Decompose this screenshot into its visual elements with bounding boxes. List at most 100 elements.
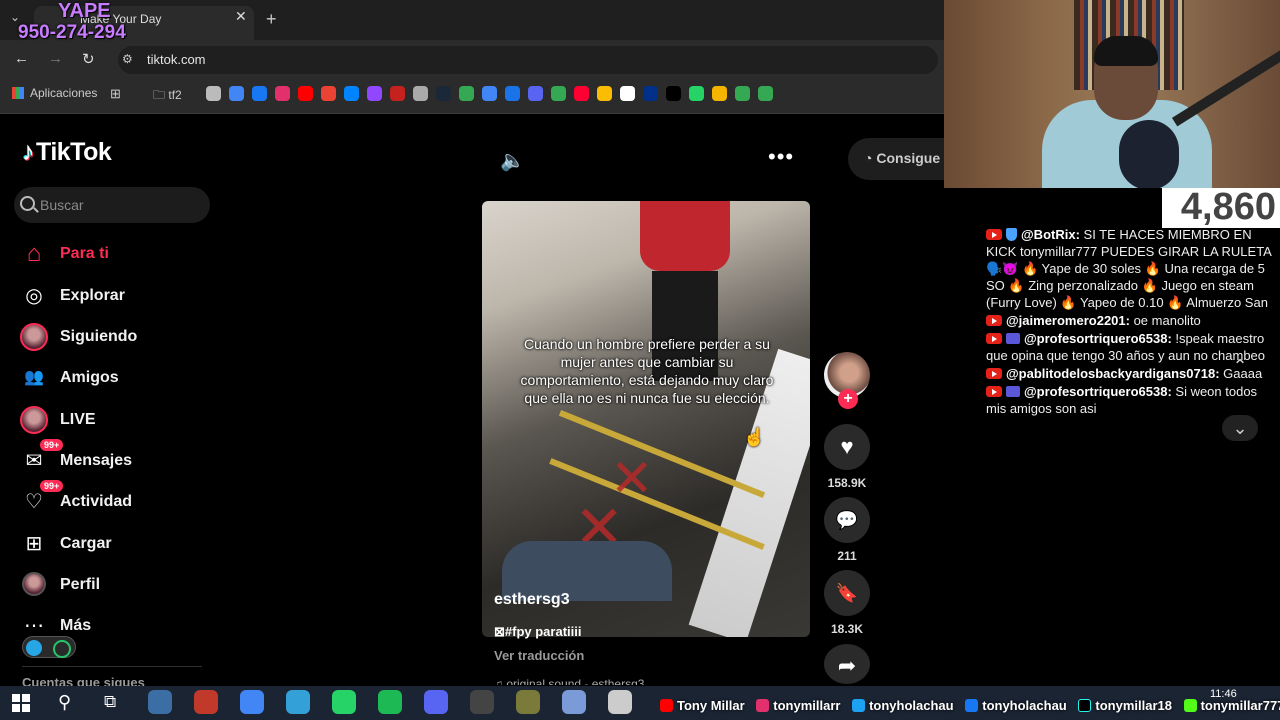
search-icon[interactable] (20, 196, 35, 211)
taskbar-app-icon[interactable] (562, 690, 586, 714)
bookmark-apps[interactable]: Aplicaciones (12, 86, 97, 100)
video-music[interactable]: ♫ original sound - esthersg3 (494, 677, 644, 685)
bookmark-favicon-icon[interactable] (390, 86, 405, 101)
previous-video-chevron-up-icon[interactable]: ⌃ (1222, 356, 1258, 382)
taskbar-search-icon[interactable]: ⚲ (58, 692, 71, 713)
nav-amigos[interactable]: 👥 Amigos (18, 360, 218, 396)
webcam-mic-arm (1171, 43, 1280, 127)
nav-mensajes[interactable]: ✉ 99+ Mensajes (18, 439, 218, 479)
nav-cargar[interactable]: ⊞ Cargar (18, 526, 218, 562)
bookmark-favicon-icon[interactable] (482, 86, 497, 101)
social-facebook: tonyholachau (965, 698, 1067, 713)
nav-live[interactable]: LIVE (18, 402, 218, 438)
extension-toggle[interactable] (22, 636, 76, 658)
tiktok-logo-text: TikTok (36, 138, 112, 166)
bookmark-favicon-icon[interactable] (206, 86, 221, 101)
new-tab-button[interactable]: + (266, 9, 277, 30)
bookmark-favicon-icon[interactable] (758, 86, 773, 101)
youtube-icon (660, 699, 673, 712)
taskbar-app-icon[interactable] (470, 690, 494, 714)
taskbar-app-icon[interactable] (286, 690, 310, 714)
social-youtube: Tony Millar (660, 698, 745, 713)
nav-label: Amigos (60, 369, 119, 386)
address-bar[interactable] (118, 46, 938, 74)
bookmark-favicon-icon[interactable] (643, 86, 658, 101)
forward-button[interactable]: → (48, 50, 63, 67)
taskbar-app-icon[interactable] (378, 690, 402, 714)
nav-label: Explorar (60, 287, 125, 304)
share-icon[interactable]: ➦ (824, 644, 870, 684)
bookmark-favicon-icon[interactable] (666, 86, 681, 101)
bookmark-favicon-icon[interactable] (735, 86, 750, 101)
nav-para-ti[interactable]: ⌂ Para ti (18, 236, 218, 272)
taskbar-app-icon[interactable] (424, 690, 448, 714)
bookmark-favicon-icon[interactable] (551, 86, 566, 101)
taskbar-app-icon[interactable] (240, 690, 264, 714)
reload-button[interactable]: ↻ (82, 50, 95, 68)
bookmark-icon[interactable]: 🔖 (824, 570, 870, 616)
nav-explorar[interactable]: ◎ Explorar (18, 278, 218, 314)
video-author[interactable]: esthersg3 (494, 591, 570, 609)
nav-perfil[interactable]: Perfil (18, 567, 218, 603)
bookmark-favicon-icon[interactable] (436, 86, 451, 101)
chat-message: @BotRix: SI TE HACES MIEMBRO EN KICK ton… (986, 226, 1276, 311)
yape-overlay: YAPE 950-274-294 (18, 0, 158, 44)
like-icon[interactable]: ♥ (824, 424, 870, 470)
windows-start-icon[interactable] (12, 694, 30, 712)
moderator-shield-icon (1006, 228, 1017, 241)
video-scene-person (640, 201, 730, 271)
speaker-icon[interactable]: 🔈 (500, 148, 525, 173)
bookmark-favicon-icon[interactable] (275, 86, 290, 101)
site-info-icon[interactable]: ⚙ (122, 52, 133, 66)
bookmark-favicon-icon[interactable] (367, 86, 382, 101)
bookmark-folder[interactable]: 🗀 tf2 (153, 86, 182, 107)
more-options-icon[interactable]: ••• (768, 144, 794, 170)
comment-icon[interactable]: 💬 (824, 497, 870, 543)
bookmark-favicon-icon[interactable] (344, 86, 359, 101)
url-text[interactable]: tiktok.com (147, 52, 206, 67)
taskbar-clock[interactable]: 11:46 (1210, 688, 1237, 700)
save-count: 18.3K (830, 622, 864, 636)
task-view-icon[interactable]: ⧉ (104, 692, 116, 712)
next-video-chevron-down-icon[interactable]: ⌄ (1222, 415, 1258, 441)
bookmark-favicon-icon[interactable] (505, 86, 520, 101)
bookmark-favicon-icon[interactable] (689, 86, 704, 101)
social-label: tonymillar777 (1200, 698, 1280, 713)
taskbar-app-icon[interactable] (608, 690, 632, 714)
grid-icon[interactable]: ⊞ (110, 86, 121, 102)
bookmark-favicon-icon[interactable] (712, 86, 727, 101)
bookmark-favicon-icon[interactable] (528, 86, 543, 101)
back-button[interactable]: ← (14, 50, 29, 67)
social-kick: tonymillar777 (1183, 698, 1280, 713)
taskbar-app-icon[interactable] (516, 690, 540, 714)
nav-label: Perfil (60, 576, 101, 593)
social-label: Tony Millar (677, 698, 745, 713)
follow-button[interactable]: + (838, 389, 858, 409)
search-input[interactable] (40, 195, 200, 215)
tiktok-logo[interactable]: ♪TikTok (22, 138, 112, 167)
taskbar-app-icon[interactable] (332, 690, 356, 714)
bookmark-favicon-icon[interactable] (298, 86, 313, 101)
yape-title: YAPE (58, 0, 111, 22)
upload-icon: ⊞ (25, 533, 43, 555)
bookmark-favicon-icon[interactable] (252, 86, 267, 101)
member-badge-icon (1006, 386, 1020, 397)
taskbar-app-icon[interactable] (148, 690, 172, 714)
nav-siguiendo[interactable]: Siguiendo (18, 319, 218, 355)
live-chat: @BotRix: SI TE HACES MIEMBRO EN KICK ton… (986, 226, 1276, 418)
activity-icon: ♡ (25, 491, 43, 513)
chat-text: oe manolito (1129, 313, 1201, 328)
bookmark-favicon-icon[interactable] (321, 86, 336, 101)
bookmark-favicon-icon[interactable] (459, 86, 474, 101)
bookmark-favicon-icon[interactable] (574, 86, 589, 101)
taskbar-app-icon[interactable] (194, 690, 218, 714)
bookmark-favicon-icon[interactable] (229, 86, 244, 101)
messages-badge: 99+ (40, 439, 64, 451)
video-player[interactable]: ✕ ✕ Cuando un hombre prefiere perder a s… (482, 201, 810, 637)
nav-actividad[interactable]: ♡ 99+ Actividad (18, 480, 218, 520)
bookmark-favicon-icon[interactable] (413, 86, 428, 101)
compass-icon: ◎ (25, 285, 43, 307)
bookmark-favicon-icon[interactable] (597, 86, 612, 101)
see-translation-link[interactable]: Ver traducción (494, 648, 584, 663)
bookmark-favicon-icon[interactable] (620, 86, 635, 101)
